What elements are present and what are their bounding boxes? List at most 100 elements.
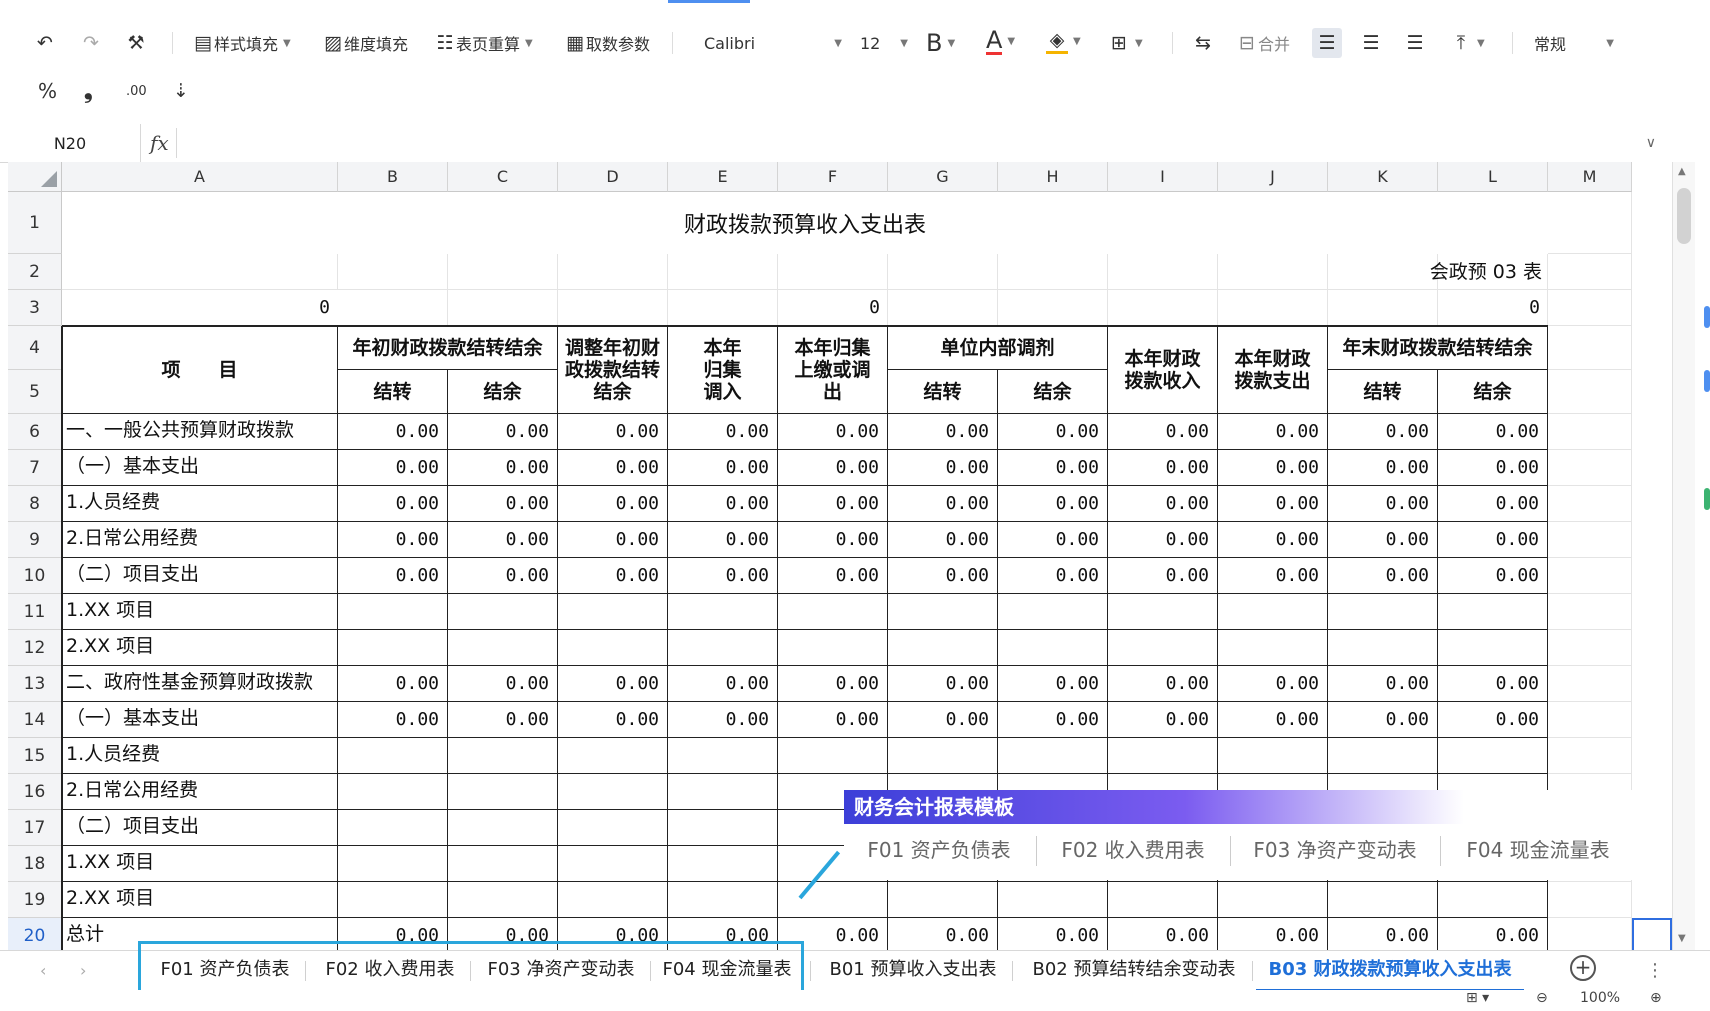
value-cell[interactable]: 0.00 [998,666,1108,702]
value-cell[interactable]: 0.00 [1218,414,1328,450]
zoom-level[interactable]: 100% [1580,990,1620,1006]
value-cell[interactable] [338,738,448,774]
value-cell[interactable]: 0.00 [338,414,448,450]
column-header-i[interactable]: I [1108,162,1218,192]
value-cell[interactable]: 0.00 [668,702,778,738]
value-cell[interactable]: 0.00 [998,414,1108,450]
value-cell[interactable]: 0.00 [1328,666,1438,702]
row3-value-a[interactable]: 0 [62,290,338,326]
value-cell[interactable] [1108,882,1218,918]
grid-cell[interactable] [998,254,1108,290]
value-cell[interactable] [558,738,668,774]
value-cell[interactable]: 0.00 [1328,450,1438,486]
value-cell[interactable]: 0.00 [1108,450,1218,486]
value-cell[interactable]: 0.00 [1108,918,1218,950]
value-cell[interactable]: 0.00 [1218,918,1328,950]
percent-button[interactable]: % [38,76,57,106]
select-all-corner[interactable] [8,162,62,192]
row-header-10[interactable]: 10 [8,558,62,594]
grid-cell[interactable] [1218,290,1328,326]
value-cell[interactable] [1218,630,1328,666]
row-header-11[interactable]: 11 [8,594,62,630]
value-cell[interactable] [338,630,448,666]
value-cell[interactable] [558,630,668,666]
value-cell[interactable]: 0.00 [1438,666,1548,702]
row-header-3[interactable]: 3 [8,290,62,326]
value-cell[interactable]: 0.00 [1328,558,1438,594]
grid-cell[interactable] [1548,254,1632,290]
value-cell[interactable]: 0.00 [448,666,558,702]
value-cell[interactable]: 0.00 [1108,558,1218,594]
value-cell[interactable]: 0.00 [1328,918,1438,950]
scrollbar-thumb[interactable] [1677,188,1691,244]
value-cell[interactable]: 0.00 [778,522,888,558]
value-cell[interactable]: 0.00 [558,702,668,738]
row-header-17[interactable]: 17 [8,810,62,846]
row-header-12[interactable]: 12 [8,630,62,666]
grid-cell[interactable] [1548,882,1632,918]
row-header-2[interactable]: 2 [8,254,62,290]
value-cell[interactable]: 0.00 [1218,666,1328,702]
value-cell[interactable] [1328,594,1438,630]
value-cell[interactable]: 0.00 [998,486,1108,522]
row-label[interactable]: 一、一般公共预算财政拨款 [62,414,338,450]
value-cell[interactable] [448,630,558,666]
value-cell[interactable]: 0.00 [668,414,778,450]
value-cell[interactable]: 0.00 [998,558,1108,594]
value-cell[interactable] [998,630,1108,666]
value-cell[interactable] [668,846,778,882]
zoom-in-icon[interactable]: ⊕ [1650,990,1662,1006]
formula-input[interactable] [186,124,1626,162]
value-cell[interactable]: 0.00 [558,522,668,558]
value-cell[interactable]: 0.00 [448,486,558,522]
column-header-j[interactable]: J [1218,162,1328,192]
row-label[interactable]: 二、政府性基金预算财政拨款 [62,666,338,702]
row-header-14[interactable]: 14 [8,702,62,738]
value-cell[interactable] [558,594,668,630]
value-cell[interactable]: 0.00 [888,450,998,486]
fill-color-button[interactable]: ◈ ▼ [1046,26,1081,56]
value-cell[interactable] [668,774,778,810]
grid-cell[interactable] [1548,370,1632,414]
value-cell[interactable]: 0.00 [448,450,558,486]
value-cell[interactable]: 0.00 [338,702,448,738]
row-header-8[interactable]: 8 [8,486,62,522]
value-cell[interactable]: 0.00 [1438,558,1548,594]
grid-cell[interactable] [1548,558,1632,594]
grid-cell[interactable] [1548,918,1632,950]
row-header-20[interactable]: 20 [8,918,62,950]
value-cell[interactable]: 0.00 [1328,414,1438,450]
sheet-tab-b01[interactable]: B01 预算收入支出表 [818,951,1008,989]
grid-cell[interactable] [1328,290,1438,326]
grid-cell[interactable] [1548,522,1632,558]
value-cell[interactable]: 0.00 [1218,702,1328,738]
grid-cell[interactable] [1548,630,1632,666]
grid-cell[interactable] [1548,450,1632,486]
value-cell[interactable]: 0.00 [1438,414,1548,450]
grid-cell[interactable] [1548,192,1632,254]
row-header-6[interactable]: 6 [8,414,62,450]
grid-cell[interactable] [1548,414,1632,450]
comma-style-button[interactable]: ❟ [84,76,93,106]
value-cell[interactable] [998,882,1108,918]
grid-cell[interactable] [448,290,558,326]
row-label[interactable]: 1.XX 项目 [62,594,338,630]
value-cell[interactable] [448,810,558,846]
value-cell[interactable] [1328,738,1438,774]
value-cell[interactable] [448,846,558,882]
value-cell[interactable] [1438,738,1548,774]
value-cell[interactable]: 0.00 [778,414,888,450]
value-cell[interactable]: 0.00 [558,558,668,594]
sheet-tab-b03[interactable]: B03 财政拨款预算收入支出表 [1256,951,1524,992]
value-cell[interactable]: 0.00 [1438,450,1548,486]
column-header-a[interactable]: A [62,162,338,192]
name-box[interactable]: N20 [0,124,141,162]
value-cell[interactable]: 0.00 [998,522,1108,558]
value-cell[interactable]: 0.00 [558,414,668,450]
value-cell[interactable]: 0.00 [998,702,1108,738]
value-cell[interactable] [558,774,668,810]
value-cell[interactable]: 0.00 [1438,486,1548,522]
value-cell[interactable]: 0.00 [338,666,448,702]
value-cell[interactable]: 0.00 [1438,918,1548,950]
row-header-19[interactable]: 19 [8,882,62,918]
